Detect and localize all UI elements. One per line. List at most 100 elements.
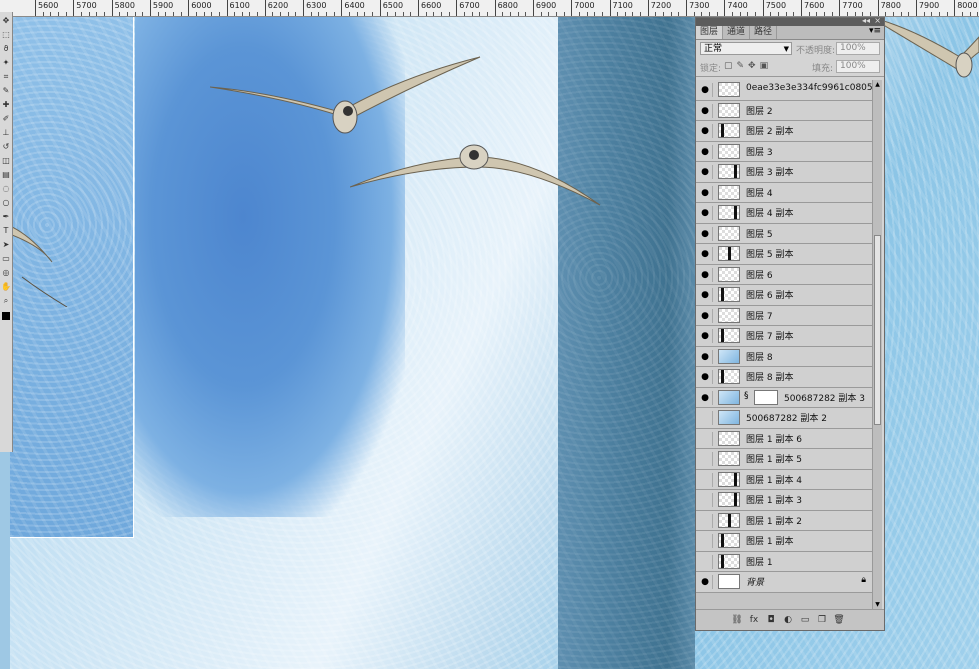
eye-icon[interactable]: ● (698, 144, 713, 159)
close-icon[interactable]: × (874, 16, 881, 25)
scroll-up-icon[interactable]: ▲ (873, 80, 882, 90)
eye-icon[interactable]: ● (698, 267, 713, 282)
new-layer-icon[interactable]: ❐ (815, 613, 829, 627)
layer-row[interactable]: ● 图层 2 (696, 100, 874, 121)
trash-icon[interactable]: 🗑︎ (832, 613, 846, 627)
opacity-input[interactable]: 100% (836, 42, 880, 55)
eraser-tool-icon[interactable]: ◫ (1, 156, 11, 166)
layer-row[interactable]: 图层 1 副本 4 (696, 469, 874, 490)
layer-row[interactable]: ● 图层 4 (696, 182, 874, 203)
path-select-tool-icon[interactable]: ➤ (1, 240, 11, 250)
visibility-toggle[interactable] (698, 411, 713, 425)
layer-row[interactable]: ● 图层 7 (696, 305, 874, 326)
visibility-toggle[interactable] (698, 493, 713, 507)
eye-icon[interactable]: ● (698, 288, 713, 302)
layer-row[interactable]: ● 图层 5 (696, 223, 874, 244)
link-icon[interactable]: ⛓ (730, 613, 744, 627)
visibility-toggle[interactable] (698, 513, 713, 528)
scroll-thumb[interactable] (874, 235, 881, 425)
layer-row[interactable]: ● 图层 8 (696, 346, 874, 367)
eye-icon[interactable]: ● (698, 226, 713, 241)
visibility-toggle[interactable] (698, 534, 713, 548)
blend-mode-select[interactable]: 正常 ▼ (700, 42, 792, 55)
shape-tool-icon[interactable]: ▭ (1, 254, 11, 264)
link-icon[interactable]: § (744, 391, 749, 401)
panel-titlebar[interactable]: ◂◂ × (696, 16, 884, 26)
healing-tool-icon[interactable]: ✚ (1, 100, 11, 110)
layer-row[interactable]: ● 图层 6 副本 (696, 285, 874, 306)
gradient-tool-icon[interactable]: ▤ (1, 170, 11, 180)
blur-tool-icon[interactable]: ◌ (1, 184, 11, 194)
layer-row[interactable]: 500687282 副本 2 (696, 408, 874, 429)
tab-channels[interactable]: 通道 (723, 26, 751, 39)
visibility-toggle[interactable] (698, 431, 713, 446)
eye-icon[interactable]: ● (698, 390, 713, 405)
layer-row[interactable]: 图层 1 副本 3 (696, 490, 874, 511)
layer-row[interactable]: ● 图层 7 副本 (696, 326, 874, 347)
layer-list-scrollbar[interactable]: ▲ ▼ (872, 80, 882, 610)
layer-row[interactable]: 图层 1 副本 6 (696, 428, 874, 449)
eye-icon[interactable]: ● (698, 575, 713, 589)
layer-row[interactable]: ● 图层 8 副本 (696, 367, 874, 388)
panel-menu-icon[interactable]: ▾≡ (869, 26, 881, 36)
layer-row[interactable]: 图层 1 副本 5 (696, 449, 874, 470)
brush-tool-icon[interactable]: ✐ (1, 114, 11, 124)
eye-icon[interactable]: ● (698, 370, 713, 384)
adjustment-icon[interactable]: ◐ (781, 613, 795, 627)
layer-row[interactable]: 图层 1 副本 (696, 531, 874, 552)
layer-row[interactable]: ● § 500687282 副本 3 (696, 387, 874, 408)
eye-icon[interactable]: ● (698, 329, 713, 343)
eye-icon[interactable]: ● (698, 206, 713, 220)
thumbnail-bar (721, 554, 724, 568)
eye-icon[interactable]: ● (698, 308, 713, 323)
tab-layers[interactable]: 图层 (696, 26, 724, 39)
lock-icons[interactable]: ▢✎✥▣ (724, 61, 772, 71)
stamp-tool-icon[interactable]: ⊥ (1, 128, 11, 138)
layer-row[interactable]: ● 图层 6 (696, 264, 874, 285)
tab-paths[interactable]: 路径 (750, 26, 778, 39)
layer-row[interactable]: ● 图层 4 副本 (696, 203, 874, 224)
move-tool-icon[interactable]: ✥ (1, 16, 11, 26)
ruler-tick: 8000 (954, 0, 978, 16)
visibility-toggle[interactable] (698, 452, 713, 466)
lasso-tool-icon[interactable]: ϑ (1, 44, 11, 54)
visibility-toggle[interactable] (698, 554, 713, 569)
visibility-toggle[interactable] (698, 472, 713, 487)
collapse-icon[interactable]: ◂◂ (862, 16, 870, 25)
layer-mask-thumbnail[interactable] (754, 389, 778, 405)
layers-panel[interactable]: ◂◂ × 图层 通道 路径 ▾≡ 正常 ▼ 不透明度: 100% 锁定: ▢✎✥▣ 填… (695, 16, 885, 631)
ruler-tick: 7900 (915, 0, 939, 16)
eye-icon[interactable]: ● (698, 103, 713, 118)
mask-icon[interactable]: ◘ (764, 613, 778, 627)
3d-tool-icon[interactable]: ◎ (1, 268, 11, 278)
eye-icon[interactable]: ● (698, 185, 713, 200)
layer-row[interactable]: ● 图层 3 副本 (696, 162, 874, 183)
group-icon[interactable]: ▭ (798, 613, 812, 627)
zoom-tool-icon[interactable]: ⌕ (1, 296, 11, 306)
fx-icon[interactable]: fx (747, 613, 761, 627)
crop-tool-icon[interactable]: ⌗ (1, 72, 11, 82)
layer-row[interactable]: ● 图层 5 副本 (696, 244, 874, 265)
layer-row[interactable]: ● 背景 🔒︎ (696, 572, 874, 593)
fill-input[interactable]: 100% (836, 60, 880, 73)
eye-icon[interactable]: ● (698, 165, 713, 179)
eye-icon[interactable]: ● (698, 247, 713, 261)
magic-wand-tool-icon[interactable]: ✦ (1, 58, 11, 68)
layer-row[interactable]: 图层 1 副本 2 (696, 510, 874, 531)
history-brush-tool-icon[interactable]: ↺ (1, 142, 11, 152)
eye-icon[interactable]: ● (698, 124, 713, 138)
hand-tool-icon[interactable]: ✋ (1, 282, 11, 292)
eye-icon[interactable]: ● (698, 349, 713, 364)
layer-row[interactable]: ● 图层 3 (696, 141, 874, 162)
layer-row[interactable]: 图层 1 (696, 551, 874, 572)
dodge-tool-icon[interactable]: ○ (1, 198, 11, 208)
layer-row[interactable]: ● 0eae33e3e334fc9961c080565... (696, 80, 874, 101)
pen-tool-icon[interactable]: ✒ (1, 212, 11, 222)
eyedropper-tool-icon[interactable]: ✎ (1, 86, 11, 96)
horizontal-ruler[interactable]: 5600 5700 5800 5900 6000 6100 6200 6300 6400 6500… (0, 0, 979, 17)
eye-icon[interactable]: ● (698, 83, 713, 97)
marquee-tool-icon[interactable]: ⬚ (1, 30, 11, 40)
type-tool-icon[interactable]: T (1, 226, 11, 236)
foreground-color-swatch[interactable] (2, 312, 10, 320)
layer-row[interactable]: ● 图层 2 副本 (696, 121, 874, 142)
